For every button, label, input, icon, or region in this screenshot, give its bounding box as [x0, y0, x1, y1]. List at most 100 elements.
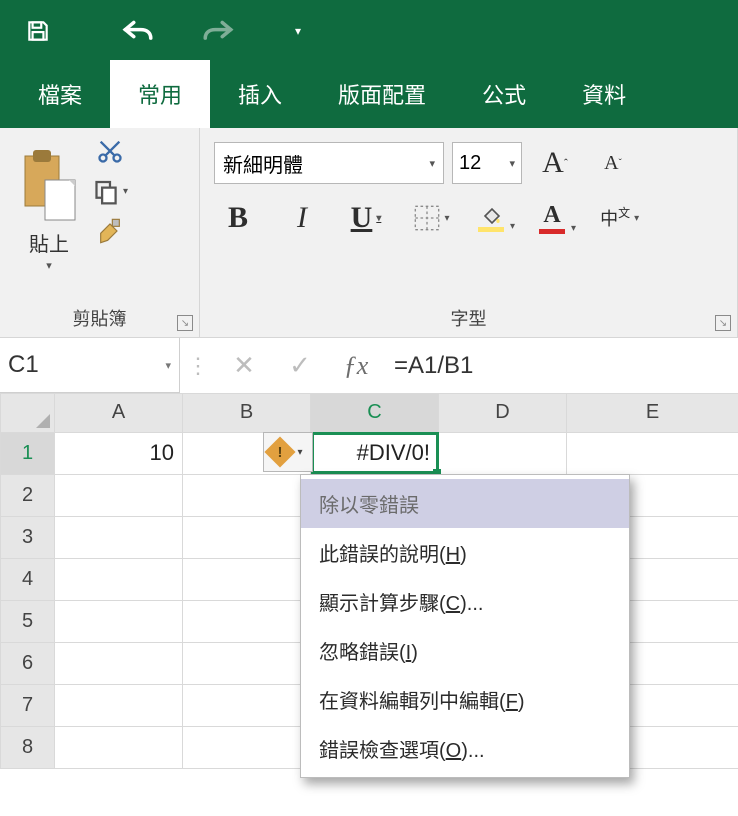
- decrease-font-button[interactable]: Aˇ: [588, 142, 638, 184]
- name-box[interactable]: C1 ▾: [0, 338, 180, 393]
- cell-D1[interactable]: [439, 432, 567, 474]
- formula-input[interactable]: =A1/B1: [384, 338, 738, 393]
- cell[interactable]: [183, 726, 311, 768]
- borders-button[interactable]: ▾: [410, 205, 454, 231]
- cell[interactable]: [183, 558, 311, 600]
- cut-button[interactable]: [92, 136, 128, 166]
- name-box-value: C1: [8, 351, 39, 379]
- tab-formulas[interactable]: 公式: [454, 60, 554, 128]
- cell-E1[interactable]: [567, 432, 738, 474]
- format-painter-button[interactable]: [92, 216, 128, 246]
- font-name-value: 新細明體: [223, 149, 303, 178]
- paste-button[interactable]: [14, 136, 84, 224]
- phonetic-guide-button[interactable]: 中文 ▾: [600, 205, 639, 231]
- dropdown-icon: ▾: [444, 213, 449, 224]
- cancel-formula-button[interactable]: ✕: [216, 338, 272, 393]
- cell[interactable]: [55, 600, 183, 642]
- menu-item-help[interactable]: 此錯誤的說明(H): [301, 528, 629, 577]
- redo-button[interactable]: [188, 11, 248, 51]
- cell[interactable]: [183, 516, 311, 558]
- clipboard-dialog-launcher[interactable]: ↘: [177, 315, 193, 331]
- cell[interactable]: [55, 642, 183, 684]
- cell[interactable]: [183, 684, 311, 726]
- formula-bar: C1 ▾ ⋮ ✕ ✓ ƒx =A1/B1: [0, 338, 738, 394]
- dropdown-icon: ▾: [509, 157, 515, 170]
- warning-icon: !: [265, 436, 296, 467]
- menu-item-ignore[interactable]: 忽略錯誤(I): [301, 626, 629, 675]
- qat-customize-button[interactable]: ▾: [268, 11, 328, 51]
- font-size-value: 12: [459, 152, 481, 175]
- dropdown-icon: ▾: [429, 157, 435, 170]
- paste-text: 貼上: [29, 228, 69, 257]
- menu-item-show-steps[interactable]: 顯示計算步驟(C)...: [301, 577, 629, 626]
- row-header-2[interactable]: 2: [1, 474, 55, 516]
- italic-button[interactable]: I: [282, 198, 322, 238]
- clipboard-group-label: 剪貼簿: [14, 301, 185, 331]
- font-size-dropdown[interactable]: 12 ▾: [452, 142, 522, 184]
- dropdown-icon: ▾: [571, 223, 576, 234]
- col-header-E[interactable]: E: [567, 394, 738, 432]
- formula-bar-divider: ⋮: [180, 338, 216, 393]
- cell[interactable]: [55, 726, 183, 768]
- dropdown-icon: ▾: [165, 359, 171, 372]
- formula-value: =A1/B1: [394, 352, 473, 380]
- dropdown-icon: ▾: [297, 447, 302, 458]
- tab-layout[interactable]: 版面配置: [310, 60, 454, 128]
- cell[interactable]: [55, 558, 183, 600]
- cell[interactable]: [55, 516, 183, 558]
- ribbon-tabs: 檔案 常用 插入 版面配置 公式 資料: [0, 62, 738, 128]
- cell-A1[interactable]: 10: [55, 432, 183, 474]
- font-group-label: 字型: [214, 301, 723, 331]
- dropdown-icon: ▾: [123, 186, 128, 197]
- row-header-8[interactable]: 8: [1, 726, 55, 768]
- bold-button[interactable]: B: [218, 198, 258, 238]
- increase-font-button[interactable]: Aˆ: [530, 142, 580, 184]
- dropdown-icon: ▾: [510, 221, 515, 232]
- dropdown-icon: ▾: [376, 213, 381, 224]
- select-all-button[interactable]: [1, 394, 55, 432]
- copy-button[interactable]: ▾: [92, 176, 128, 206]
- row-header-6[interactable]: 6: [1, 642, 55, 684]
- underline-button[interactable]: U▾: [346, 198, 386, 238]
- row-header-1[interactable]: 1: [1, 432, 55, 474]
- font-color-button[interactable]: A ▾: [539, 202, 576, 234]
- tab-file[interactable]: 檔案: [10, 60, 110, 128]
- menu-item-error-title: 除以零錯誤: [301, 479, 629, 528]
- ribbon-group-clipboard: 貼上 ▾ ▾ 剪貼簿 ↘: [0, 128, 200, 337]
- undo-button[interactable]: [108, 11, 168, 51]
- paste-label[interactable]: 貼上 ▾: [29, 228, 69, 272]
- menu-item-edit-in-bar[interactable]: 在資料編輯列中編輯(F): [301, 675, 629, 724]
- col-header-D[interactable]: D: [439, 394, 567, 432]
- cell[interactable]: [183, 642, 311, 684]
- menu-item-error-options[interactable]: 錯誤檢查選項(O)...: [301, 724, 629, 773]
- col-header-C[interactable]: C: [311, 394, 439, 432]
- cell-C1[interactable]: #DIV/0!: [311, 432, 439, 474]
- quick-access-toolbar: ▾: [0, 0, 738, 62]
- save-button[interactable]: [8, 11, 68, 51]
- tab-home[interactable]: 常用: [110, 60, 210, 128]
- error-smart-tag[interactable]: ! ▾: [263, 432, 313, 472]
- fill-color-button[interactable]: ▾: [478, 205, 515, 232]
- cell[interactable]: [183, 600, 311, 642]
- insert-function-button[interactable]: ƒx: [328, 338, 384, 393]
- tab-insert[interactable]: 插入: [210, 60, 310, 128]
- tab-data[interactable]: 資料: [554, 60, 654, 128]
- col-header-B[interactable]: B: [183, 394, 311, 432]
- error-context-menu: 除以零錯誤 此錯誤的說明(H) 顯示計算步驟(C)... 忽略錯誤(I) 在資料…: [300, 474, 630, 778]
- row-header-7[interactable]: 7: [1, 684, 55, 726]
- cell[interactable]: [183, 474, 311, 516]
- cell[interactable]: [55, 684, 183, 726]
- enter-formula-button[interactable]: ✓: [272, 338, 328, 393]
- paste-dropdown-icon[interactable]: ▾: [46, 259, 52, 272]
- cell[interactable]: [55, 474, 183, 516]
- font-name-dropdown[interactable]: 新細明體 ▾: [214, 142, 444, 184]
- col-header-A[interactable]: A: [55, 394, 183, 432]
- row-header-5[interactable]: 5: [1, 600, 55, 642]
- row-header-4[interactable]: 4: [1, 558, 55, 600]
- ribbon-group-font: 新細明體 ▾ 12 ▾ Aˆ Aˇ B I U▾ ▾: [200, 128, 738, 337]
- dropdown-icon: ▾: [634, 213, 639, 224]
- ribbon: 貼上 ▾ ▾ 剪貼簿 ↘: [0, 128, 738, 338]
- font-dialog-launcher[interactable]: ↘: [715, 315, 731, 331]
- row-header-3[interactable]: 3: [1, 516, 55, 558]
- worksheet-grid: A B C D E 1 10 #DIV/0! 2 3 4 5 6 7 8 ! ▾…: [0, 394, 738, 769]
